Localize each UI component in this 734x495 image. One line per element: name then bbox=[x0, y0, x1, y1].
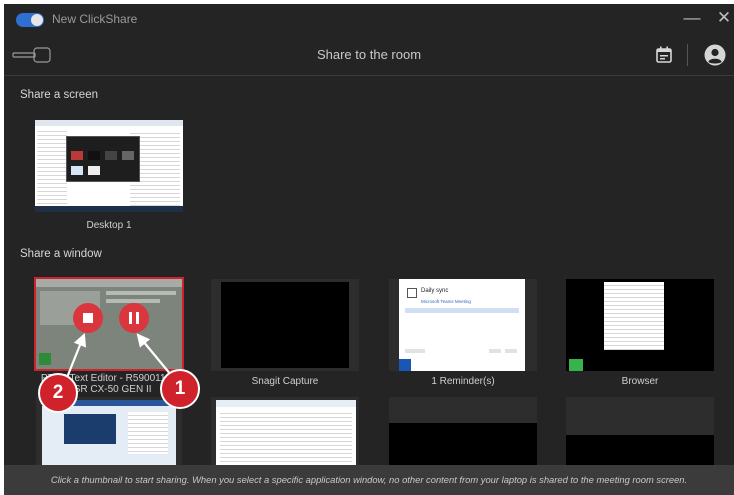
close-button[interactable]: ✕ bbox=[713, 7, 734, 29]
reminder-title: Daily sync bbox=[421, 288, 449, 294]
toggle-knob bbox=[31, 14, 43, 26]
window-6-screenshot bbox=[216, 400, 356, 467]
minimize-button[interactable]: — bbox=[681, 7, 703, 29]
share-window-label: Share a window bbox=[20, 248, 102, 260]
browser-label: Browser bbox=[621, 376, 659, 387]
browser-screenshot bbox=[566, 279, 714, 371]
window-thumbnail-6[interactable] bbox=[211, 397, 359, 467]
calendar-icon[interactable] bbox=[656, 46, 672, 63]
stop-sharing-button[interactable] bbox=[73, 303, 103, 333]
window-8-screenshot bbox=[566, 435, 714, 467]
text-editor-screenshot bbox=[36, 279, 182, 369]
clickshare-window: New ClickShare — ✕ Share to the room Sha… bbox=[4, 4, 734, 495]
snagit-label: Snagit Capture bbox=[251, 376, 319, 387]
desktop-screenshot bbox=[35, 120, 183, 212]
account-icon[interactable] bbox=[704, 44, 726, 66]
pause-icon bbox=[129, 312, 132, 324]
pause-sharing-button[interactable] bbox=[119, 303, 149, 333]
footer-hint: Click a thumbnail to start sharing. When… bbox=[50, 474, 688, 485]
share-screen-label: Share a screen bbox=[20, 89, 98, 101]
reminder-screenshot: Daily sync Microsoft Teams Meeting bbox=[399, 279, 525, 371]
window-thumbnail-8[interactable] bbox=[566, 397, 714, 467]
window-thumbnail-7[interactable] bbox=[389, 397, 537, 467]
callout-1-badge: 1 bbox=[160, 369, 200, 409]
desktop-label: Desktop 1 bbox=[86, 220, 132, 231]
reminder-subtitle: Microsoft Teams Meeting bbox=[421, 299, 471, 304]
callout-2-badge: 2 bbox=[38, 373, 78, 413]
app-title: New ClickShare bbox=[52, 12, 138, 26]
snagit-screenshot bbox=[221, 282, 349, 368]
page-title: Share to the room bbox=[316, 47, 422, 62]
window-thumbnail-reminder[interactable]: Daily sync Microsoft Teams Meeting 1 Rem… bbox=[389, 279, 537, 387]
window-thumbnail-text-editor[interactable]: PTXE Text Editor - R5900119 - USR CX-50 … bbox=[34, 277, 184, 395]
window-thumbnail-snagit[interactable]: Snagit Capture bbox=[211, 279, 359, 387]
window-thumbnail-browser[interactable]: Browser bbox=[566, 279, 714, 387]
title-bar: New ClickShare — ✕ bbox=[4, 4, 734, 34]
header-bar: Share to the room bbox=[4, 34, 734, 76]
stop-icon bbox=[83, 313, 93, 323]
reminder-label: 1 Reminder(s) bbox=[431, 376, 495, 387]
desktop-thumbnail[interactable]: Desktop 1 bbox=[33, 117, 185, 231]
header-divider bbox=[687, 44, 688, 66]
footer-bar: Click a thumbnail to start sharing. When… bbox=[4, 465, 734, 495]
window-7-screenshot bbox=[389, 423, 537, 467]
app-toggle[interactable] bbox=[16, 13, 44, 27]
